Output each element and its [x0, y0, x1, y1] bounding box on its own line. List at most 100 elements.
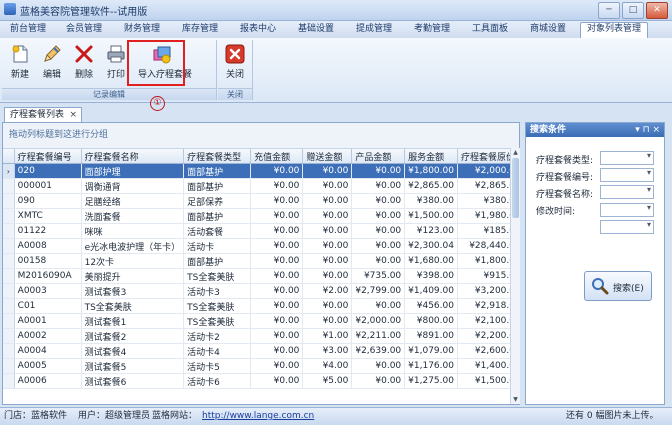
- close-window-button[interactable]: ✕: [646, 2, 668, 19]
- col-header-gift[interactable]: 赠送金额: [302, 149, 353, 164]
- row-indicator: [3, 268, 15, 284]
- document-tabs: 疗程套餐列表 ×: [0, 106, 520, 123]
- tab-package-list-label: 疗程套餐列表: [10, 110, 65, 120]
- cell: ¥0.00: [351, 298, 406, 314]
- col-header-code[interactable]: 疗程套餐编号: [14, 149, 82, 164]
- filter-name-input[interactable]: [600, 185, 654, 199]
- new-button[interactable]: 新建: [6, 44, 34, 86]
- cell: ¥0.00: [250, 298, 304, 314]
- row-indicator: [3, 298, 15, 314]
- print-button[interactable]: 打印: [102, 44, 130, 86]
- group-by-hint[interactable]: 拖动列标题到这进行分组: [3, 123, 519, 149]
- cell: 090: [14, 193, 82, 209]
- search-button[interactable]: 搜索(E): [584, 271, 652, 301]
- col-header-recharge[interactable]: 充值金额: [250, 149, 304, 164]
- table-row[interactable]: 000001 调衡通背 面部基护 ¥0.00 ¥0.00 ¥0.00 ¥2,865.00 ¥2…: [3, 178, 519, 194]
- table-row[interactable]: 00158 12次卡 面部基护 ¥0.00 ¥0.00 ¥0.00 ¥1,680.00 ¥1,…: [3, 253, 519, 269]
- search-panel: 搜索条件 ▾ ⊓ × 疗程套餐类型: 疗程套餐编号: 疗程套餐名称: 修改时间:…: [525, 122, 665, 405]
- cell: ¥0.00: [351, 223, 406, 239]
- minimize-button[interactable]: ─: [598, 2, 620, 19]
- row-indicator: [3, 283, 15, 299]
- cell: ¥0.00: [351, 163, 406, 179]
- table-row[interactable]: A0001 测试套餐1 TS全套美肤 ¥0.00 ¥0.00 ¥2,000.00 ¥800.…: [3, 313, 519, 329]
- close-group-label: 关闭: [218, 88, 252, 100]
- menu-member[interactable]: 会员管理: [58, 23, 110, 37]
- col-header-name[interactable]: 疗程套餐名称: [81, 149, 185, 164]
- tab-close-icon[interactable]: ×: [69, 108, 77, 122]
- cell: ¥0.00: [250, 238, 304, 254]
- menu-reports[interactable]: 报表中心: [232, 23, 284, 37]
- delete-button[interactable]: 删除: [70, 44, 98, 86]
- scroll-down-icon[interactable]: ▼: [511, 395, 520, 404]
- menu-attendance[interactable]: 考勤管理: [406, 23, 458, 37]
- table-row[interactable]: A0004 测试套餐4 活动卡4 ¥0.00 ¥3.00 ¥2,639.00 ¥1,079.…: [3, 343, 519, 359]
- table-row[interactable]: 01122 咪咪 活动套餐 ¥0.00 ¥0.00 ¥0.00 ¥123.00 ¥185.0: [3, 223, 519, 239]
- grid-vertical-scrollbar[interactable]: ▲ ▼: [510, 148, 520, 404]
- tab-package-list[interactable]: 疗程套餐列表 ×: [4, 107, 82, 123]
- filter-modified-from[interactable]: [600, 203, 654, 217]
- print-label: 打印: [106, 70, 125, 80]
- col-header-type[interactable]: 疗程套餐类型: [183, 149, 252, 164]
- printer-icon: [106, 44, 126, 64]
- cell: ¥2,000.00: [351, 313, 406, 329]
- table-row[interactable]: M2016090A 美丽提升 TS全套美肤 ¥0.00 ¥0.00 ¥735.00 ¥398…: [3, 268, 519, 284]
- panel-tools-icon[interactable]: ▾ ⊓ ×: [635, 123, 660, 137]
- close-group: 关闭 关闭: [218, 40, 253, 100]
- row-indicator: [3, 193, 15, 209]
- menu-inventory[interactable]: 库存管理: [174, 23, 226, 37]
- cell: 面部基护: [183, 208, 252, 224]
- table-row[interactable]: A0005 测试套餐5 活动卡5 ¥0.00 ¥4.00 ¥0.00 ¥1,176.00 ¥1…: [3, 358, 519, 374]
- scroll-thumb[interactable]: [512, 158, 519, 218]
- cell: TS全套美肤: [183, 298, 252, 314]
- search-panel-title: 搜索条件: [530, 125, 567, 135]
- table-row[interactable]: A0003 测试套餐3 活动卡3 ¥0.00 ¥2.00 ¥2,799.00 ¥1,409.…: [3, 283, 519, 299]
- table-row[interactable]: 090 足膳经络 足部保养 ¥0.00 ¥0.00 ¥0.00 ¥380.00 ¥380.0: [3, 193, 519, 209]
- cell: ¥0.00: [302, 313, 353, 329]
- table-row[interactable]: A0006 测试套餐6 活动卡6 ¥0.00 ¥5.00 ¥0.00 ¥1,275.00 ¥1…: [3, 373, 519, 389]
- col-header-service[interactable]: 服务金额: [404, 149, 458, 164]
- scroll-up-icon[interactable]: ▲: [511, 148, 520, 157]
- cell: 测试套餐6: [81, 373, 185, 389]
- maximize-button[interactable]: □: [622, 2, 644, 19]
- cell: ¥0.00: [250, 373, 304, 389]
- filter-code-input[interactable]: [600, 168, 654, 182]
- cell: 美丽提升: [81, 268, 185, 284]
- cell: ¥4.00: [302, 358, 353, 374]
- row-indicator: [3, 358, 15, 374]
- menu-object-list[interactable]: 对象列表管理: [580, 22, 648, 39]
- package-grid: 拖动列标题到这进行分组 疗程套餐编号 疗程套餐名称 疗程套餐类型 充值金额 赠送…: [2, 122, 520, 405]
- cell: A0003: [14, 283, 82, 299]
- menu-finance[interactable]: 财务管理: [116, 23, 168, 37]
- menu-frontdesk[interactable]: 前台管理: [2, 23, 54, 37]
- cell: 调衡通背: [81, 178, 185, 194]
- cell: ¥0.00: [250, 208, 304, 224]
- menu-basic-settings[interactable]: 基础设置: [290, 23, 342, 37]
- cell: ¥0.00: [302, 238, 353, 254]
- menu-tools[interactable]: 工具面板: [464, 23, 516, 37]
- cell: ¥735.00: [351, 268, 406, 284]
- delete-label: 删除: [74, 70, 93, 80]
- website-link[interactable]: http://www.lange.com.cn: [202, 408, 314, 424]
- table-row[interactable]: › 020 面部护理 面部基护 ¥0.00 ¥0.00 ¥0.00 ¥1,800.00 ¥2,0…: [3, 163, 519, 179]
- filter-type-select[interactable]: [600, 151, 654, 165]
- menu-commission[interactable]: 提成管理: [348, 23, 400, 37]
- table-row[interactable]: A0008 e光冰电波护理（年卡） 活动卡 ¥0.00 ¥0.00 ¥0.00 ¥2,300…: [3, 238, 519, 254]
- status-store: 门店：蓝格软件: [4, 411, 68, 421]
- cell: 测试套餐2: [81, 328, 185, 344]
- table-header-row: 疗程套餐编号 疗程套餐名称 疗程套餐类型 充值金额 赠送金额 产品金额 服务金额…: [3, 149, 519, 164]
- close-label: 关闭: [225, 70, 244, 80]
- table-row[interactable]: C01 TS全套美肤 TS全套美肤 ¥0.00 ¥0.00 ¥0.00 ¥456.00 ¥2,…: [3, 298, 519, 314]
- table-row[interactable]: XMTC 洗面套餐 面部基护 ¥0.00 ¥0.00 ¥0.00 ¥1,500.00 ¥1,9…: [3, 208, 519, 224]
- table-row[interactable]: A0002 测试套餐2 活动卡2 ¥0.00 ¥1.00 ¥2,211.00 ¥891.00…: [3, 328, 519, 344]
- edit-button[interactable]: 编辑: [38, 44, 66, 86]
- cell: ¥0.00: [250, 343, 304, 359]
- cell: ¥2,799.00: [351, 283, 406, 299]
- cell: ¥0.00: [250, 358, 304, 374]
- filter-label-modified: 修改时间:: [536, 207, 576, 217]
- col-header-product[interactable]: 产品金额: [351, 149, 406, 164]
- filter-modified-to[interactable]: [600, 220, 654, 234]
- filter-label-name: 疗程套餐名称:: [536, 190, 594, 200]
- cell: 活动卡4: [183, 343, 252, 359]
- menu-mall-settings[interactable]: 商城设置: [522, 23, 574, 37]
- close-button[interactable]: 关闭: [221, 44, 249, 86]
